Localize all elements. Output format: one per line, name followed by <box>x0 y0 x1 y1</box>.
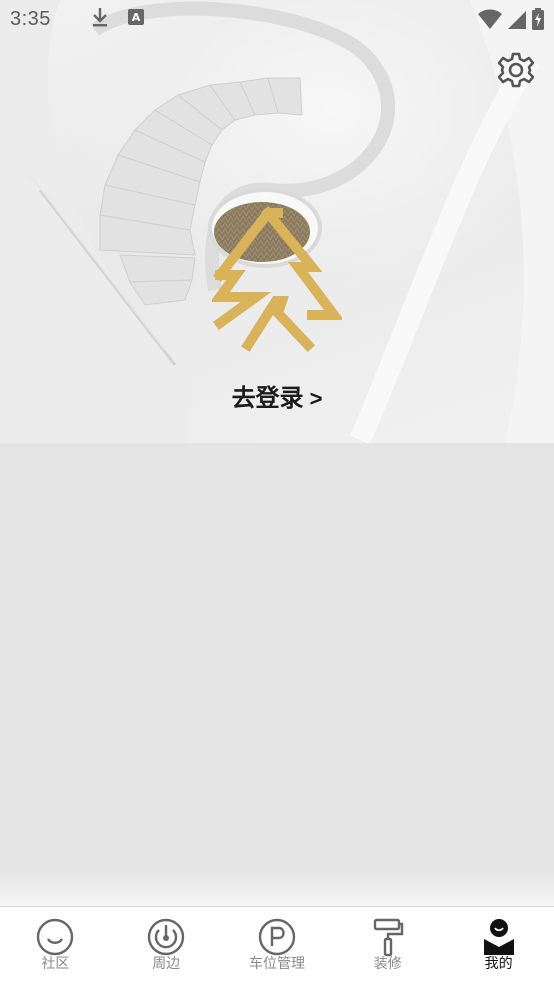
nav-item-mine[interactable]: 我的 <box>443 907 554 984</box>
nav-item-parking[interactable]: 车位管理 <box>222 907 333 984</box>
nav-label-decoration: 装修 <box>373 956 402 972</box>
smile-face-icon <box>37 918 74 956</box>
chevron-right-icon: > <box>309 386 323 411</box>
nav-label-nearby: 周边 <box>152 956 181 972</box>
content-fade <box>0 870 554 906</box>
nav-item-nearby[interactable]: 周边 <box>111 907 222 984</box>
status-bar: 3:35 A <box>0 0 554 38</box>
gear-icon <box>497 52 535 88</box>
download-icon <box>91 7 109 31</box>
bottom-navigation: 社区 周边 车位管理 装修 我的 <box>0 906 554 984</box>
nav-item-community[interactable]: 社区 <box>0 907 111 984</box>
radar-icon <box>147 918 185 956</box>
keyboard-a-icon: A <box>127 8 145 30</box>
nav-label-community: 社区 <box>41 956 70 972</box>
nav-label-mine: 我的 <box>484 956 513 972</box>
paint-roller-icon <box>373 918 403 957</box>
login-label: 去登录 <box>231 384 304 412</box>
parking-icon <box>258 918 296 956</box>
nav-item-decoration[interactable]: 装修 <box>332 907 443 984</box>
nav-label-parking: 车位管理 <box>248 956 305 972</box>
brand-logo-icon <box>210 205 344 353</box>
login-link[interactable]: 去登录 > <box>0 378 554 413</box>
wifi-icon <box>478 9 502 33</box>
svg-text:A: A <box>132 11 141 24</box>
cell-signal-icon <box>508 9 526 33</box>
user-profile-icon <box>483 919 514 955</box>
status-time: 3:35 <box>10 7 51 30</box>
battery-charging-icon <box>532 8 544 34</box>
settings-button[interactable] <box>497 52 535 88</box>
